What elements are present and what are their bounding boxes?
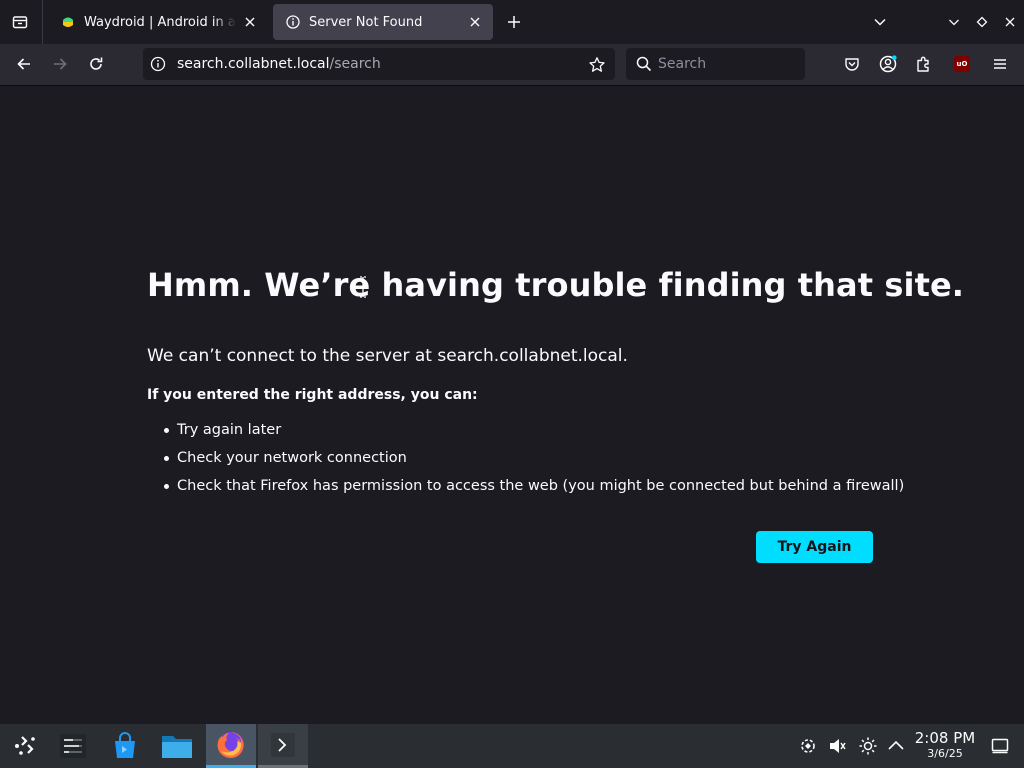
- try-again-button[interactable]: Try Again: [756, 531, 873, 563]
- volume-tray[interactable]: [826, 734, 850, 758]
- search-input[interactable]: [658, 54, 798, 74]
- suggestion-list: Try again later Check your network conne…: [147, 420, 904, 504]
- brightness-icon: [859, 737, 877, 755]
- brightness-tray[interactable]: [856, 734, 880, 758]
- url-path: /search: [329, 56, 381, 72]
- suggestions-heading: If you entered the right address, you ca…: [147, 387, 478, 403]
- tab-strip: Waydroid | Android in a Linux container …: [0, 0, 1024, 44]
- error-description: We can’t connect to the server at search…: [147, 346, 628, 366]
- url-bar[interactable]: search.collabnet.local/search: [143, 48, 615, 80]
- minimize-button[interactable]: [942, 10, 966, 34]
- task-manager-icon: [60, 734, 86, 758]
- tab-server-not-found[interactable]: Server Not Found: [273, 4, 493, 40]
- minimize-icon: [949, 19, 959, 26]
- back-button[interactable]: [10, 50, 38, 78]
- application-launcher[interactable]: [2, 724, 48, 768]
- taskbar-terminal[interactable]: [258, 724, 308, 768]
- firefox-view-icon: [12, 16, 28, 29]
- show-desktop-icon: [991, 738, 1009, 754]
- search-icon: [636, 56, 652, 72]
- taskbar-firefox[interactable]: [206, 724, 256, 768]
- discover-store-icon: [115, 732, 135, 758]
- url-text[interactable]: search.collabnet.local/search: [177, 56, 381, 72]
- volume-muted-icon: [830, 739, 846, 753]
- maximize-icon: [976, 16, 988, 28]
- tab-close-icon[interactable]: [465, 12, 485, 32]
- tab-close-icon[interactable]: [240, 12, 260, 32]
- list-all-tabs-button[interactable]: [868, 10, 892, 34]
- tray-expand-button[interactable]: [884, 734, 908, 758]
- firefox-icon: [217, 731, 244, 758]
- maximize-button[interactable]: [970, 10, 994, 34]
- info-icon: [285, 14, 301, 30]
- firefox-view-button[interactable]: [6, 8, 34, 36]
- app-menu-button[interactable]: [986, 50, 1014, 78]
- taskbar-task-manager[interactable]: [50, 724, 96, 768]
- forward-button[interactable]: [46, 50, 74, 78]
- page-content: Hmm. We’re having trouble finding that s…: [0, 86, 1024, 724]
- error-container: Hmm. We’re having trouble finding that s…: [147, 266, 965, 494]
- error-title: Hmm. We’re having trouble finding that s…: [147, 266, 965, 304]
- suggestion-item: Check that Firefox has permission to acc…: [163, 476, 904, 504]
- new-tab-button[interactable]: [502, 10, 526, 34]
- taskbar-file-manager[interactable]: [154, 724, 200, 768]
- text-cursor-icon: [360, 276, 366, 298]
- file-manager-icon: [162, 736, 192, 758]
- ublock-origin-button[interactable]: uO: [948, 50, 976, 78]
- taskbar: 2:08 PM 3/6/25: [0, 724, 1024, 768]
- pocket-icon: [845, 58, 859, 71]
- search-bar[interactable]: [626, 48, 805, 80]
- forward-arrow-icon: [54, 58, 67, 70]
- tray-expand-icon: [888, 740, 904, 750]
- tab-title: Waydroid | Android in a Linux container: [84, 14, 236, 30]
- kde-connect-tray[interactable]: [796, 734, 820, 758]
- suggestion-item: Check your network connection: [163, 448, 904, 476]
- plus-icon: [508, 16, 520, 28]
- taskbar-discover[interactable]: [102, 724, 148, 768]
- waydroid-favicon: [60, 14, 76, 30]
- pocket-button[interactable]: [838, 50, 866, 78]
- show-desktop-button[interactable]: [988, 734, 1012, 758]
- account-icon: [879, 55, 897, 73]
- reload-icon: [90, 57, 103, 70]
- ublock-origin-icon: uO: [954, 56, 970, 72]
- tab-waydroid[interactable]: Waydroid | Android in a Linux container: [48, 4, 268, 40]
- clock-time: 2:08 PM: [914, 729, 976, 747]
- extensions-button[interactable]: [910, 50, 938, 78]
- close-icon: [1005, 17, 1015, 27]
- chevron-down-icon: [874, 18, 886, 26]
- tab-separator: [42, 0, 43, 44]
- bookmark-star-icon[interactable]: [587, 55, 607, 75]
- site-info-icon[interactable]: [149, 55, 167, 73]
- account-button[interactable]: [874, 50, 902, 78]
- url-host: search.collabnet.local: [177, 56, 330, 72]
- clock-date: 3/6/25: [927, 747, 963, 760]
- puzzle-icon: [917, 56, 929, 72]
- close-window-button[interactable]: [998, 10, 1022, 34]
- suggestion-item: Try again later: [163, 420, 904, 448]
- app-launcher-icon: [15, 736, 35, 755]
- back-arrow-icon: [17, 58, 30, 70]
- hamburger-menu-icon: [994, 59, 1006, 69]
- digital-clock[interactable]: 2:08 PM 3/6/25: [912, 730, 978, 761]
- reload-button[interactable]: [82, 50, 110, 78]
- tab-title: Server Not Found: [309, 14, 423, 30]
- navigation-toolbar: search.collabnet.local/search Search uO: [0, 44, 1024, 86]
- terminal-icon: [271, 732, 295, 757]
- kde-connect-icon: [801, 739, 815, 753]
